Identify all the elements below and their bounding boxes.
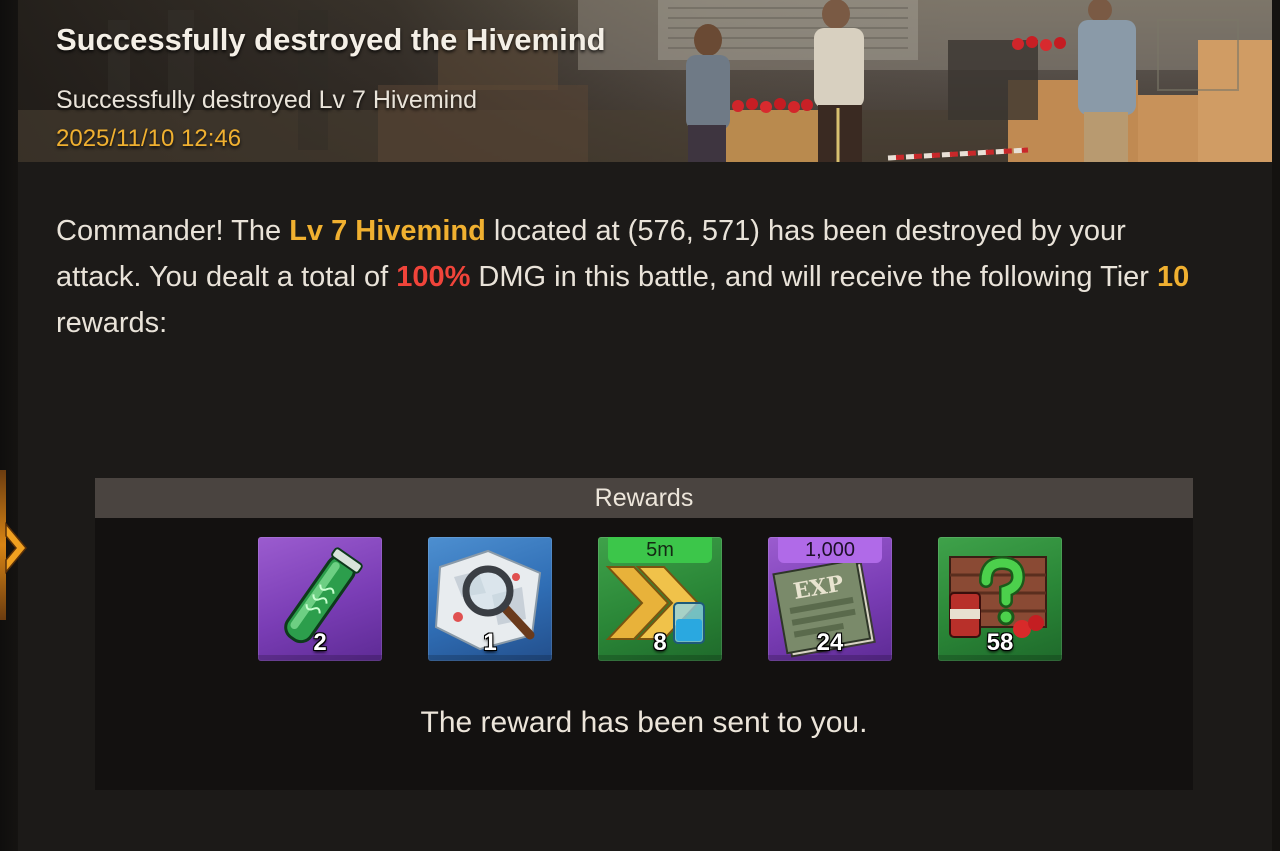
reward-item-exp-book[interactable]: EXP 1,000 24 (768, 537, 892, 661)
mail-detail-screen: Successfully destroyed the Hivemind Succ… (0, 0, 1280, 851)
reward-count: 1 (483, 629, 497, 656)
reward-count: 58 (986, 629, 1014, 656)
reward-item-map[interactable]: 1 (428, 537, 552, 661)
figure-man (1078, 0, 1136, 162)
mail-message-body: Commander! The Lv 7 Hivemind located at … (56, 208, 1216, 346)
side-expand-tab[interactable] (0, 470, 30, 620)
reward-count: 2 (313, 629, 327, 656)
chevron-right-icon (5, 521, 27, 575)
reward-item-serum[interactable]: 2 (258, 537, 382, 661)
rewards-panel: Rewards 2 1 5m 8 EXP 1,000 24 58 The rew… (95, 478, 1193, 790)
reward-sent-message: The reward has been sent to you. (420, 706, 868, 739)
reward-item-resource-crate[interactable]: 58 (938, 537, 1062, 661)
right-border (1272, 0, 1280, 851)
reward-item-research-speedup[interactable]: 5m 8 (598, 537, 722, 661)
damage-percent: 100% (396, 261, 471, 293)
reward-count: 24 (816, 629, 844, 656)
mail-subtitle: Successfully destroyed Lv 7 Hivemind (56, 86, 478, 114)
rewards-header: Rewards (95, 478, 1193, 518)
duration-tag: 5m (608, 537, 712, 563)
amount-tag: 1,000 (778, 537, 882, 563)
message-text: rewards: (56, 307, 168, 339)
mail-timestamp: 2025/11/10 12:46 (56, 125, 242, 152)
reward-items-row: 2 1 5m 8 EXP 1,000 24 58 (258, 537, 1062, 661)
message-text: DMG in this battle, and will receive the… (470, 261, 1158, 293)
mail-header-banner: Successfully destroyed the Hivemind Succ… (18, 0, 1272, 162)
reward-count: 8 (653, 629, 667, 656)
reward-tier: 10 (1157, 261, 1190, 293)
mail-title: Successfully destroyed the Hivemind (56, 22, 606, 57)
left-border (0, 0, 18, 851)
message-text: Commander! The (56, 215, 290, 247)
target-name: Lv 7 Hivemind (289, 215, 486, 247)
